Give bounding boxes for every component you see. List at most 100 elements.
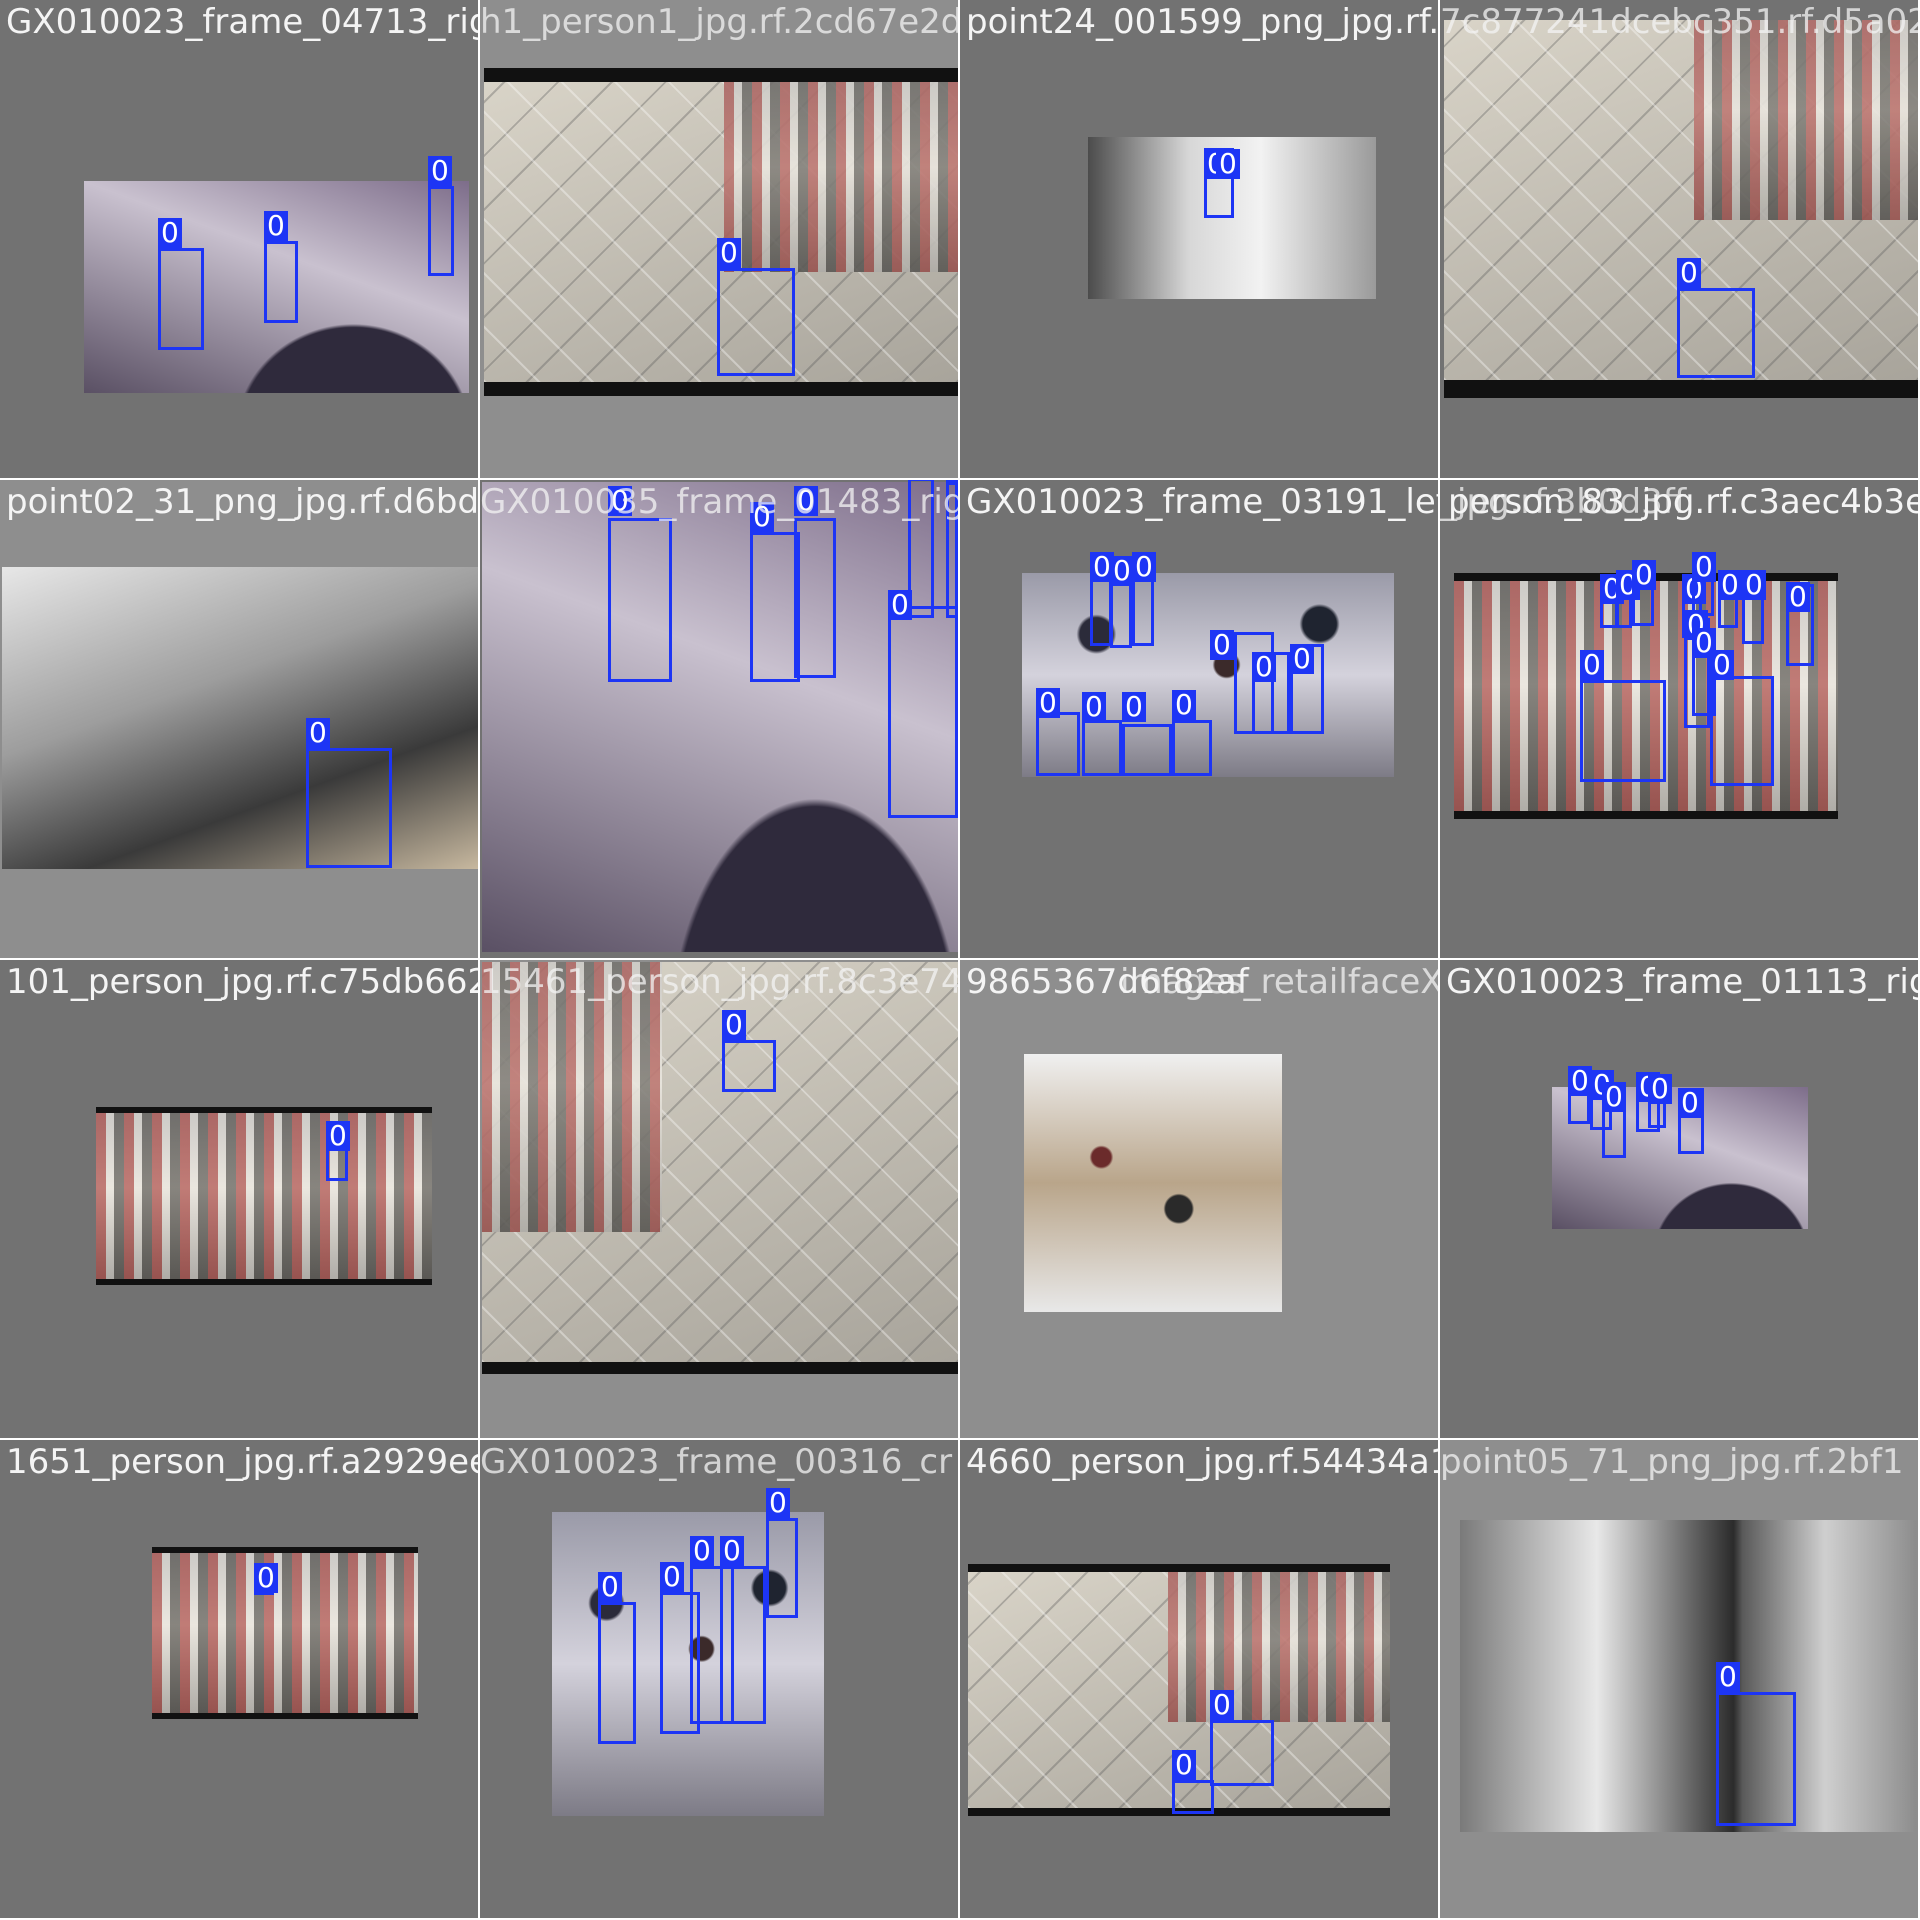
tile-filename: 4660_person_jpg.rf.54434a16	[966, 1442, 1438, 1482]
box-label: 0	[1290, 644, 1314, 674]
box-label: 0	[264, 211, 288, 241]
tile-filename: point24_001599_png_jpg.rf.ef4	[966, 2, 1438, 42]
box-label: 0	[1210, 630, 1234, 660]
tile-filename: point02_31_png_jpg.rf.d6bd	[6, 482, 478, 522]
bounding-box	[608, 518, 672, 682]
tile-1: 0 0 0 GX010023_frame_04713_rig	[0, 0, 478, 478]
box-label: 0	[766, 1488, 790, 1518]
tile-filename-overlap: h1_person1_jpg.rf.2cd67e2d0d6491	[480, 2, 958, 42]
tile-filename-overlap: images_retailfaceX_72_jpg	[1120, 962, 1438, 1002]
tile-10: 0 15461_person_jpg.rf.8c3e74a	[480, 960, 958, 1438]
tile-15: 0 0 4660_person_jpg.rf.54434a16	[960, 1440, 1438, 1918]
box-label: 0	[717, 238, 741, 268]
tile-filename-overlap: point05_71_png_jpg.rf.2bf1	[1440, 1442, 1904, 1482]
tile-4: 0 7c877241dcebc351.rf.d5a02ddc	[1440, 0, 1918, 478]
tile-filename: GX010023_frame_03191_left	[966, 482, 1438, 522]
bounding-box	[158, 248, 204, 350]
box-label: 0	[1172, 690, 1196, 720]
tile-image	[1024, 1054, 1282, 1312]
bounding-box	[1580, 680, 1666, 782]
tile-8: 0 0 0 0 0 0 0 0 0 0 0 0 _jpg.rf.3b0d3ff …	[1440, 480, 1918, 958]
box-label: 0	[1216, 149, 1240, 179]
bounding-box	[720, 1566, 766, 1724]
bounding-box	[306, 748, 392, 868]
bounding-box	[888, 606, 958, 818]
bounding-box	[1716, 1692, 1796, 1826]
box-label: 0	[1132, 552, 1156, 582]
tile-image	[482, 962, 958, 1374]
tile-filename-overlap: GX010035_frame_01483_rig	[480, 482, 958, 522]
bounding-box	[1036, 712, 1080, 776]
bounding-box	[1082, 720, 1122, 776]
box-label: 0	[1718, 570, 1742, 600]
tile-filename: GX010023_frame_04713_rig	[6, 2, 478, 42]
tile-12: 0 0 0 0 0 0 GX010023_frame_01113_rig	[1440, 960, 1918, 1438]
box-label: 0	[1648, 1074, 1672, 1104]
box-label: 0	[690, 1536, 714, 1566]
tile-13: 0 1651_person_jpg.rf.a2929ee	[0, 1440, 478, 1918]
bounding-box	[1172, 1780, 1214, 1814]
box-label: 0	[1678, 1088, 1702, 1118]
box-label: 0	[1742, 570, 1766, 600]
box-label: 0	[254, 1563, 278, 1593]
bounding-box	[717, 268, 795, 376]
tile-filename-overlap: 7c877241dcebc351.rf.d5a02ddc	[1440, 2, 1918, 42]
bounding-box	[1677, 288, 1755, 378]
tile-14: 0 0 0 0 0 GX010023_frame_00316_cr	[480, 1440, 958, 1918]
tile-7: 0 0 0 0 0 0 0 0 0 0 GX010023_frame_03191…	[960, 480, 1438, 958]
tile-9: 0 101_person_jpg.rf.c75db662	[0, 960, 478, 1438]
bounding-box	[264, 241, 298, 323]
tile-11: 9865367d6f82af images_retailfaceX_72_jpg	[960, 960, 1438, 1438]
bounding-box	[598, 1602, 636, 1744]
tile-16: 0 point05_71_png_jpg.rf.2bf1	[1440, 1440, 1918, 1918]
box-label: 0	[598, 1572, 622, 1602]
tile-image	[1460, 1520, 1916, 1832]
tile-filename: GX010023_frame_01113_rig	[1446, 962, 1918, 1002]
box-label: 0	[1710, 650, 1734, 680]
box-label: 0	[158, 218, 182, 248]
tile-image	[96, 1107, 432, 1285]
tile-5: 0 point02_31_png_jpg.rf.d6bd	[0, 480, 478, 958]
tile-image	[152, 1547, 418, 1719]
tile-filename-overlap: GX010023_frame_00316_cr	[480, 1442, 953, 1482]
tile-filename: person_83_jpg.rf.c3aec4b3e	[1448, 482, 1918, 522]
box-label: 0	[1172, 1750, 1196, 1780]
box-label: 0	[720, 1536, 744, 1566]
box-label: 0	[1568, 1066, 1592, 1096]
box-label: 0	[660, 1562, 684, 1592]
tile-filename: 1651_person_jpg.rf.a2929ee	[6, 1442, 478, 1482]
box-label: 0	[1786, 582, 1810, 612]
tile-filename-overlap: 15461_person_jpg.rf.8c3e74a	[480, 962, 958, 1002]
box-label: 0	[1082, 692, 1106, 722]
box-label: 0	[306, 718, 330, 748]
box-label: 0	[888, 590, 912, 620]
bounding-box	[428, 186, 454, 276]
tile-3: 0 0 point24_001599_png_jpg.rf.ef4	[960, 0, 1438, 478]
tile-image	[2, 567, 478, 869]
box-label: 0	[1252, 652, 1276, 682]
bounding-box	[794, 518, 836, 678]
box-label: 0	[722, 1010, 746, 1040]
box-label: 0	[1602, 1082, 1626, 1112]
bounding-box	[722, 1040, 776, 1092]
bounding-box	[766, 1518, 798, 1618]
box-label: 0	[1210, 1690, 1234, 1720]
box-label: 0	[428, 156, 452, 186]
box-label: 0	[1716, 1662, 1740, 1692]
tile-6: 0 0 0 0 0 0 GX010035_frame_01483_rig	[480, 480, 958, 958]
tile-image	[482, 482, 958, 952]
box-label: 0	[1122, 692, 1146, 722]
tile-2: 0 h1_person1_jpg.rf.2cd67e2d0d6491	[480, 0, 958, 478]
box-label: 0	[1677, 258, 1701, 288]
box-label: 0	[1580, 650, 1604, 680]
bounding-box	[750, 532, 800, 682]
mosaic-grid: 0 0 0 GX010023_frame_04713_rig 0 h1_pers…	[0, 0, 1920, 1920]
box-label: 0	[1632, 560, 1656, 590]
bounding-box	[1210, 1720, 1274, 1786]
bounding-box	[1122, 724, 1172, 776]
bounding-box	[1710, 676, 1774, 786]
box-label: 0	[326, 1121, 350, 1151]
box-label: 0	[1692, 552, 1716, 582]
bounding-box	[1172, 720, 1212, 776]
tile-filename: 101_person_jpg.rf.c75db662	[6, 962, 478, 1002]
